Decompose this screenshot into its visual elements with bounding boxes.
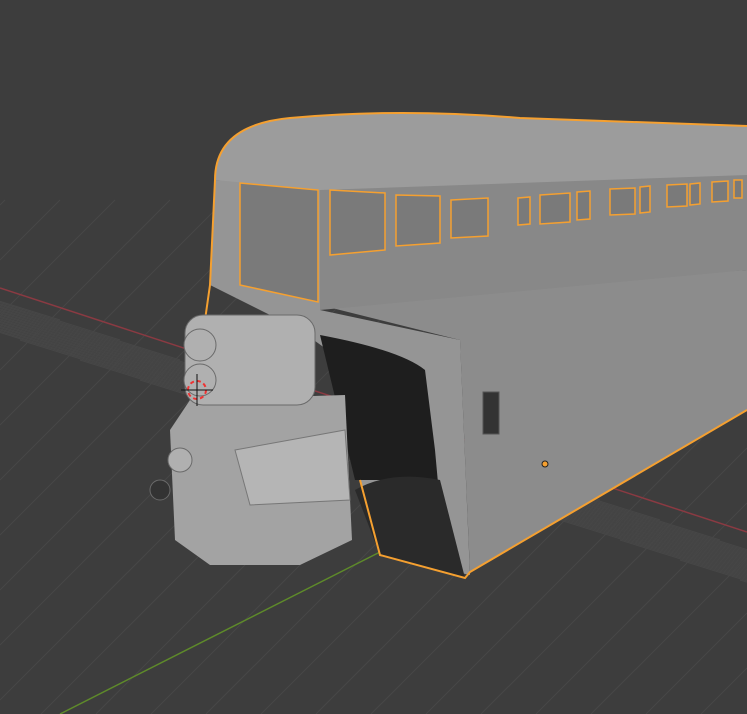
viewport-canvas[interactable] [0, 0, 747, 714]
y-axis-line [59, 551, 381, 714]
grid-line [0, 199, 6, 206]
grid-line [0, 199, 61, 261]
3d-viewport[interactable] [0, 0, 747, 714]
engine-model[interactable] [149, 314, 352, 565]
grid-line [0, 199, 116, 316]
grid-line [645, 612, 747, 714]
side-light [482, 391, 500, 435]
grid-line [700, 667, 747, 714]
object-origin-icon[interactable] [541, 460, 549, 468]
